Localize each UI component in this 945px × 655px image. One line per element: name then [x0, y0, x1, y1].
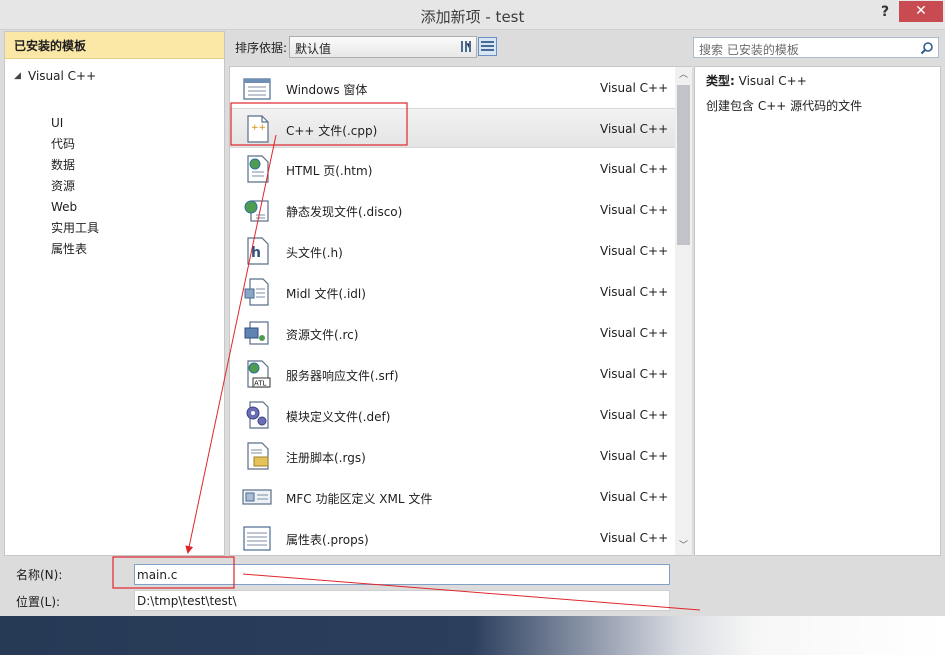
tree-node-web[interactable]: Web — [51, 198, 77, 216]
tree-node-visual-cpp[interactable]: ◢ Visual C++ — [14, 67, 96, 85]
template-language: Visual C++ — [600, 162, 669, 176]
template-row-disco-file[interactable]: 静态发现文件(.disco) Visual C++ — [230, 190, 676, 230]
sort-dropdown[interactable]: 默认值 ▾ — [289, 36, 477, 58]
template-language: Visual C++ — [600, 244, 669, 258]
template-name: 资源文件(.rc) — [286, 328, 359, 342]
sort-dropdown-value: 默认值 — [295, 42, 332, 56]
tree-node-code[interactable]: 代码 — [51, 135, 75, 153]
help-button[interactable]: ? — [873, 2, 897, 24]
svg-text:ATL: ATL — [254, 380, 267, 388]
template-row-cpp-file[interactable]: ++ C++ 文件(.cpp) Visual C++ — [230, 108, 676, 148]
tree-node-resource[interactable]: 资源 — [51, 177, 75, 195]
template-language: Visual C++ — [600, 203, 669, 217]
def-file-icon — [246, 401, 269, 429]
rgs-file-icon — [247, 442, 269, 470]
template-language: Visual C++ — [600, 490, 669, 504]
small-icons-view-button[interactable] — [457, 37, 476, 56]
template-language: Visual C++ — [600, 326, 669, 340]
mfc-ribbon-icon — [242, 489, 272, 505]
window-title: 添加新项 - test — [420, 8, 525, 26]
template-language: Visual C++ — [600, 531, 669, 545]
template-row-rgs-file[interactable]: 注册脚本(.rgs) Visual C++ — [230, 436, 676, 476]
template-row-html-page[interactable]: HTML 页(.htm) Visual C++ — [230, 149, 676, 189]
tree-node-property-sheet[interactable]: 属性表 — [51, 240, 87, 258]
template-type: 类型: Visual C++ — [706, 72, 807, 89]
sort-toolbar: 排序依据: 默认值 ▾ — [229, 31, 692, 62]
template-description-panel: 类型: Visual C++ 创建包含 C++ 源代码的文件 — [694, 66, 941, 556]
template-name: 属性表(.props) — [286, 533, 369, 547]
template-name: 静态发现文件(.disco) — [286, 205, 403, 219]
template-row-idl-file[interactable]: Midl 文件(.idl) Visual C++ — [230, 272, 676, 312]
template-description-text: 创建包含 C++ 源代码的文件 — [706, 99, 863, 113]
template-row-def-file[interactable]: 模块定义文件(.def) Visual C++ — [230, 395, 676, 435]
svg-text:++: ++ — [251, 123, 266, 133]
template-row-windows-form[interactable]: Windows 窗体 Visual C++ — [230, 68, 676, 108]
template-name: MFC 功能区定义 XML 文件 — [286, 492, 433, 506]
template-list-scrollbar[interactable]: ︿ ﹀ — [675, 67, 692, 555]
template-name: 注册脚本(.rgs) — [286, 451, 366, 465]
list-view-icon — [481, 41, 494, 51]
location-input[interactable]: D:\tmp\test\test\ — [134, 590, 670, 611]
template-type-value: Visual C++ — [738, 74, 807, 88]
cpp-file-icon: ++ — [247, 115, 269, 143]
name-label: 名称(N): — [16, 568, 63, 582]
tree-node-ui[interactable]: UI — [51, 114, 63, 132]
resource-file-icon — [244, 321, 269, 345]
disco-file-icon — [244, 200, 269, 222]
list-view-button[interactable] — [478, 37, 497, 56]
template-row-property-sheet[interactable]: 属性表(.props) Visual C++ — [230, 518, 676, 555]
template-row-srf-file[interactable]: ATL 服务器响应文件(.srf) Visual C++ — [230, 354, 676, 394]
form-icon — [243, 78, 271, 100]
template-row-header-file[interactable]: h 头文件(.h) Visual C++ — [230, 231, 676, 271]
small-icons-view-icon — [461, 41, 471, 52]
header-file-icon: h — [247, 237, 269, 265]
template-language: Visual C++ — [600, 449, 669, 463]
atl-srf-icon: ATL — [247, 360, 271, 388]
file-details-form: 名称(N): main.c 位置(L): D:\tmp\test\test\ — [0, 556, 945, 616]
template-name: C++ 文件(.cpp) — [286, 124, 378, 138]
idl-file-icon — [244, 278, 269, 306]
svg-text:h: h — [251, 245, 261, 261]
sort-label: 排序依据: — [235, 41, 288, 55]
installed-templates-header: 已安装的模板 — [5, 32, 224, 59]
template-language: Visual C++ — [600, 367, 669, 381]
template-category-tree: ◢ Visual C++ UI 代码 数据 资源 Web 实用工具 属性表 — [5, 59, 224, 554]
location-label: 位置(L): — [16, 595, 61, 609]
name-input[interactable]: main.c — [134, 564, 670, 585]
template-name: Midl 文件(.idl) — [286, 287, 366, 301]
scroll-down-button[interactable]: ﹀ — [675, 538, 692, 555]
tree-node-data[interactable]: 数据 — [51, 156, 75, 174]
tree-node-utility[interactable]: 实用工具 — [51, 219, 99, 237]
template-language: Visual C++ — [600, 81, 669, 95]
scroll-thumb[interactable] — [677, 85, 690, 245]
template-row-mfc-ribbon[interactable]: MFC 功能区定义 XML 文件 Visual C++ — [230, 477, 676, 517]
scroll-up-button[interactable]: ︿ — [675, 67, 692, 84]
template-search-input[interactable]: 搜索 已安装的模板 — [693, 37, 939, 58]
close-button[interactable]: ✕ — [899, 1, 943, 22]
html-page-icon — [247, 155, 269, 183]
template-row-resource-file[interactable]: 资源文件(.rc) Visual C++ — [230, 313, 676, 353]
template-name: 头文件(.h) — [286, 246, 343, 260]
template-language: Visual C++ — [600, 408, 669, 422]
template-language: Visual C++ — [600, 285, 669, 299]
dialog-footer — [0, 616, 945, 655]
template-list: Windows 窗体 Visual C++ ++ C++ 文件(.cpp) Vi… — [229, 66, 692, 556]
expanded-arrow-icon[interactable]: ◢ — [14, 71, 28, 81]
template-name: 模块定义文件(.def) — [286, 410, 391, 424]
template-type-label: 类型: — [706, 74, 735, 88]
template-language: Visual C++ — [600, 122, 669, 136]
title-bar: 添加新项 - test ? ✕ — [0, 0, 945, 30]
props-file-icon — [243, 526, 271, 551]
installed-templates-panel: 已安装的模板 ◢ Visual C++ UI 代码 数据 资源 Web 实用工具… — [4, 31, 225, 556]
tree-node-label: Visual C++ — [28, 69, 97, 83]
template-name: HTML 页(.htm) — [286, 164, 373, 178]
search-placeholder: 搜索 已安装的模板 — [699, 43, 799, 57]
template-name: 服务器响应文件(.srf) — [286, 369, 399, 383]
search-icon[interactable] — [920, 41, 934, 55]
template-name: Windows 窗体 — [286, 83, 368, 97]
